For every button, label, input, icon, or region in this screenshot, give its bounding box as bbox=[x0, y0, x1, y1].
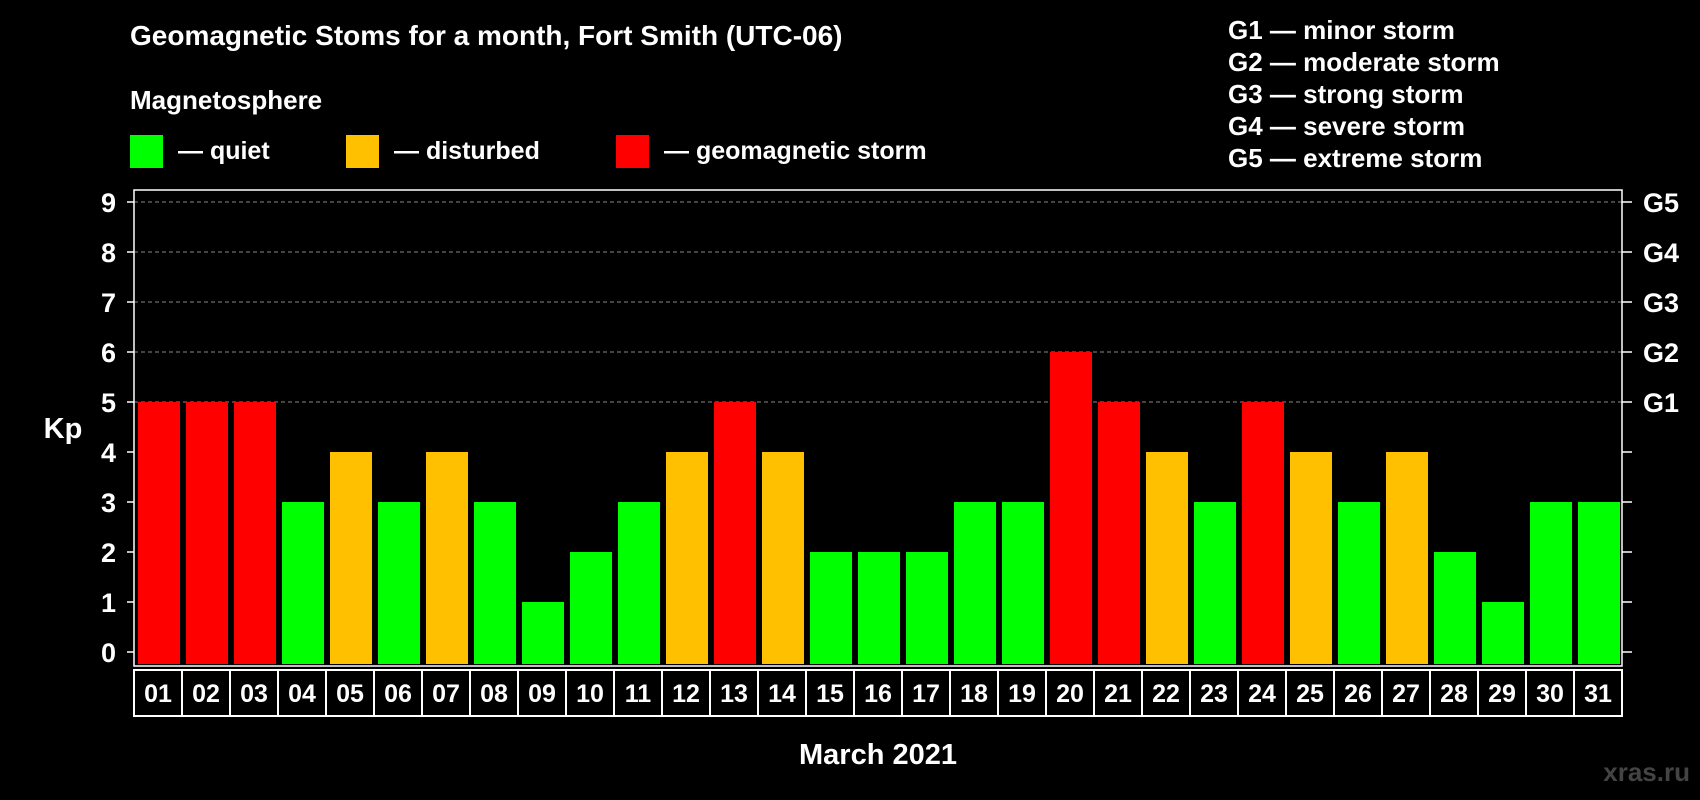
day-label: 10 bbox=[576, 680, 604, 708]
day-label: 21 bbox=[1104, 680, 1132, 708]
y-tick-label: 2 bbox=[101, 538, 116, 568]
day-label: 02 bbox=[192, 680, 220, 708]
day-label: 24 bbox=[1248, 680, 1276, 708]
day-label: 12 bbox=[672, 680, 700, 708]
x-axis-label: March 2021 bbox=[799, 739, 957, 771]
bar-17 bbox=[906, 552, 948, 664]
g-level-label: G5 bbox=[1643, 188, 1679, 218]
day-label: 07 bbox=[432, 680, 460, 708]
day-label: 04 bbox=[288, 680, 316, 708]
y-tick-label: 5 bbox=[101, 388, 116, 418]
day-label: 23 bbox=[1200, 680, 1228, 708]
day-label: 29 bbox=[1488, 680, 1516, 708]
g-level-label: G1 bbox=[1643, 388, 1679, 418]
day-label: 16 bbox=[864, 680, 892, 708]
y-tick-label: 9 bbox=[101, 188, 116, 218]
bar-23 bbox=[1194, 502, 1236, 664]
bar-02 bbox=[186, 402, 228, 664]
day-label: 31 bbox=[1584, 680, 1612, 708]
day-label: 03 bbox=[240, 680, 268, 708]
day-label: 13 bbox=[720, 680, 748, 708]
bar-08 bbox=[474, 502, 516, 664]
bar-09 bbox=[522, 602, 564, 664]
bar-24 bbox=[1242, 402, 1284, 664]
bar-15 bbox=[810, 552, 852, 664]
bar-05 bbox=[330, 452, 372, 664]
y-tick-label: 0 bbox=[101, 638, 116, 668]
bar-13 bbox=[714, 402, 756, 664]
bar-19 bbox=[1002, 502, 1044, 664]
g-level-label: G2 bbox=[1643, 338, 1679, 368]
bar-20 bbox=[1050, 352, 1092, 664]
g-level-label: G4 bbox=[1643, 238, 1679, 268]
bar-22 bbox=[1146, 452, 1188, 664]
bar-04 bbox=[282, 502, 324, 664]
bar-14 bbox=[762, 452, 804, 664]
bar-18 bbox=[954, 502, 996, 664]
bar-03 bbox=[234, 402, 276, 664]
y-tick-label: 6 bbox=[101, 338, 116, 368]
bar-28 bbox=[1434, 552, 1476, 664]
bar-01 bbox=[138, 402, 180, 664]
kp-bar-chart: 0123456789G1G2G3G4G5Kp01 02 03 04 05 06 07 08 09… bbox=[44, 188, 1679, 771]
bar-21 bbox=[1098, 402, 1140, 664]
bar-11 bbox=[618, 502, 660, 664]
bar-27 bbox=[1386, 452, 1428, 664]
bar-16 bbox=[858, 552, 900, 664]
day-label: 30 bbox=[1536, 680, 1564, 708]
day-label: 15 bbox=[816, 680, 844, 708]
day-label: 18 bbox=[960, 680, 988, 708]
bar-31 bbox=[1578, 502, 1620, 664]
day-label: 06 bbox=[384, 680, 412, 708]
bar-26 bbox=[1338, 502, 1380, 664]
bar-29 bbox=[1482, 602, 1524, 664]
y-axis-label: Kp bbox=[44, 413, 83, 445]
day-label: 22 bbox=[1152, 680, 1180, 708]
y-tick-label: 4 bbox=[101, 438, 116, 468]
watermark: xras.ru bbox=[1603, 757, 1690, 787]
day-label: 11 bbox=[625, 680, 652, 708]
y-tick-label: 1 bbox=[101, 588, 116, 618]
bar-12 bbox=[666, 452, 708, 664]
bar-07 bbox=[426, 452, 468, 664]
y-tick-label: 8 bbox=[101, 238, 116, 268]
y-tick-label: 7 bbox=[101, 288, 116, 318]
day-label: 05 bbox=[336, 680, 364, 708]
y-tick-label: 3 bbox=[101, 488, 116, 518]
bar-30 bbox=[1530, 502, 1572, 664]
day-label: 28 bbox=[1440, 680, 1468, 708]
bar-06 bbox=[378, 502, 420, 664]
day-label: 14 bbox=[768, 680, 796, 708]
day-label: 09 bbox=[528, 680, 556, 708]
g-level-label: G3 bbox=[1643, 288, 1679, 318]
day-label: 19 bbox=[1008, 680, 1036, 708]
day-label: 25 bbox=[1296, 680, 1324, 708]
bar-25 bbox=[1290, 452, 1332, 664]
day-label: 08 bbox=[480, 680, 508, 708]
day-label: 17 bbox=[912, 680, 940, 708]
bar-10 bbox=[570, 552, 612, 664]
day-label: 01 bbox=[144, 680, 172, 708]
day-label: 20 bbox=[1056, 680, 1084, 708]
day-label: 27 bbox=[1392, 680, 1420, 708]
day-label: 26 bbox=[1344, 680, 1372, 708]
